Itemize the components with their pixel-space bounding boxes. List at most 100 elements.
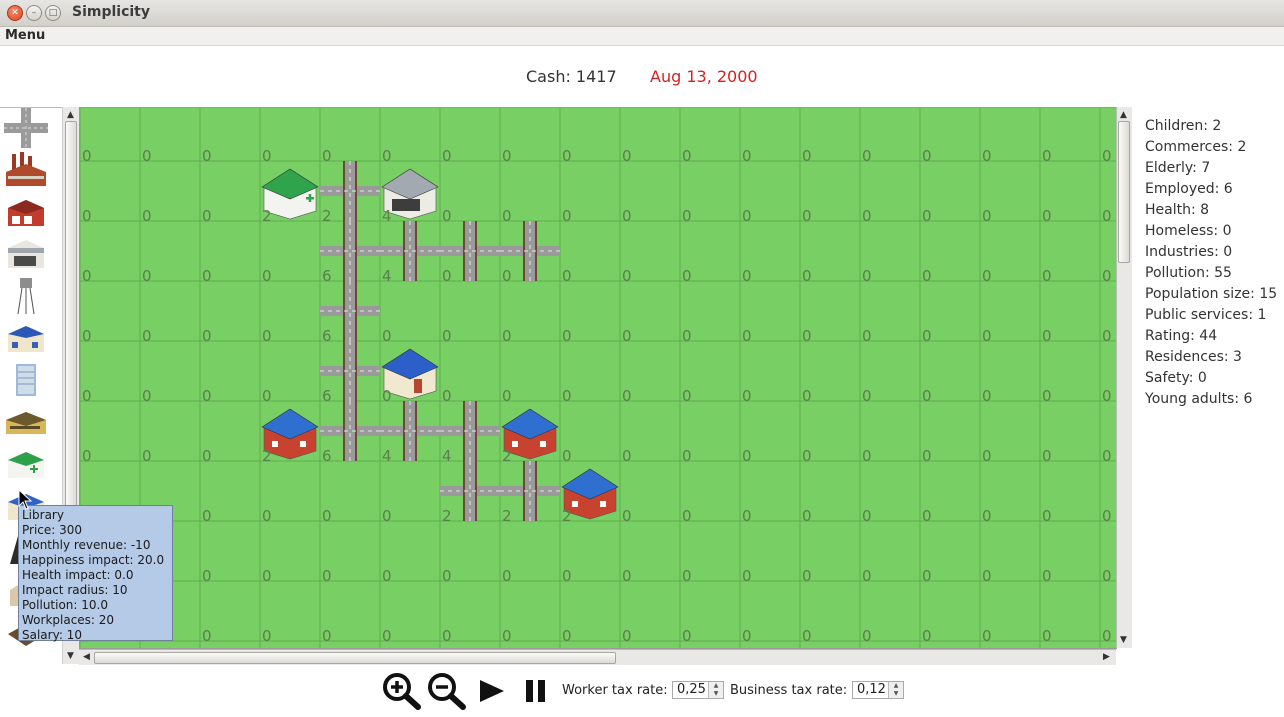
cell-value: 0 [1102,267,1112,285]
cell-value: 0 [682,627,692,645]
map-horizontal-scroll-thumb[interactable] [94,652,616,664]
police-door [414,379,422,393]
stat-pollution: Pollution: 55 [1145,265,1232,281]
fire-station-tool-icon[interactable] [4,192,48,232]
cell-value: 0 [1042,327,1052,345]
cell-value: 0 [862,267,872,285]
cell-value: 0 [202,147,212,165]
cell-value: 4 [382,207,392,225]
cell-value: 0 [802,207,812,225]
cell-value: 0 [82,327,92,345]
decrement-icon[interactable]: ▼ [709,690,723,698]
cell-value: 0 [622,627,632,645]
business-tax-label: Business tax rate: [730,683,848,698]
map-horizontal-scrollbar[interactable]: ◀ ▶ [79,649,1116,665]
cell-value: 0 [982,327,992,345]
pause-icon[interactable] [520,672,552,710]
worker-tax-value[interactable]: 0,25 [677,682,706,698]
cell-value: 0 [622,207,632,225]
cell-value: 0 [502,327,512,345]
cell-value: 0 [322,507,332,525]
cell-value: 0 [802,567,812,585]
map-vertical-scroll-thumb[interactable] [1118,121,1130,263]
close-window-button[interactable]: ✕ [7,5,23,21]
store-tool-icon[interactable] [4,234,48,274]
cell-value: 4 [382,447,392,465]
cell-value: 0 [82,267,92,285]
stat-elderly: Elderly: 7 [1145,160,1211,176]
worker-tax-label: Worker tax rate: [562,683,668,698]
water-tower-tool-icon[interactable] [4,276,48,316]
cell-value: 0 [922,267,932,285]
cell-value: 0 [682,327,692,345]
stat-industries: Industries: 0 [1145,244,1233,260]
cell-value: 0 [202,207,212,225]
cell-value: 0 [742,387,752,405]
stat-homeless: Homeless: 0 [1145,223,1232,239]
cell-value: 0 [622,327,632,345]
cell-value: 0 [862,507,872,525]
cell-value: 0 [322,147,332,165]
zoom-out-icon[interactable] [427,672,467,710]
scroll-left-arrow-icon[interactable]: ◀ [83,652,90,662]
cell-value: 0 [682,267,692,285]
cell-value: 0 [982,447,992,465]
increment-icon[interactable]: ▲ [889,682,903,690]
minimize-window-button[interactable]: – [26,5,42,21]
police-tool-icon[interactable] [4,318,48,358]
scroll-down-arrow-icon[interactable]: ▼ [67,651,74,661]
office-tower-tool-icon[interactable] [4,360,48,400]
cell-value: 0 [262,267,272,285]
decrement-icon[interactable]: ▼ [889,690,903,698]
scroll-down-arrow-icon[interactable]: ▼ [1120,635,1127,645]
city-map[interactable]: 0 0 0 0 0 0 0 0 0 0 0 0 0 0 0 0 0 0 0 0 0 2 2 4 0 0 0 0 0 0 0 0 0 0 0 0 0 0 0 0… [79,107,1117,649]
hospital-tool-icon[interactable] [4,444,48,484]
cell-value: 0 [1102,627,1112,645]
school-tool-icon[interactable] [4,402,48,442]
house-window [600,501,606,507]
cell-value: 0 [442,387,452,405]
cell-value: 0 [982,207,992,225]
scroll-right-arrow-icon[interactable]: ▶ [1103,652,1110,662]
factory-tool-icon[interactable] [4,150,48,190]
house-window [512,441,518,447]
tooltip-title: Library [22,508,64,522]
cell-value: 0 [142,267,152,285]
cell-value: 0 [742,327,752,345]
map-vertical-scrollbar[interactable]: ▲ ▼ [1116,107,1132,648]
cell-value: 0 [442,147,452,165]
cell-value: 4 [442,447,452,465]
cell-value: 0 [502,627,512,645]
business-tax-spinner[interactable]: 0,12 ▲ ▼ [852,681,904,699]
cell-value: 0 [742,507,752,525]
business-tax-value[interactable]: 0,12 [857,682,886,698]
cell-value: 0 [562,387,572,405]
cell-value: 0 [202,327,212,345]
scroll-up-arrow-icon[interactable]: ▲ [1120,110,1127,120]
play-icon[interactable] [476,672,508,710]
stat-commerces: Commerces: 2 [1145,139,1247,155]
hospital-cross [308,194,312,202]
city-map-canvas[interactable]: 0 0 0 0 0 0 0 0 0 0 0 0 0 0 0 0 0 0 0 0 0 2 2 4 0 0 0 0 0 0 0 0 0 0 0 0 0 0 0 0… [80,108,1116,648]
cell-value: 0 [922,327,932,345]
cell-value: 0 [742,627,752,645]
menu-button[interactable]: Menu [5,28,45,43]
cell-value: 0 [442,267,452,285]
cell-value: 0 [502,147,512,165]
scroll-up-arrow-icon[interactable]: ▲ [67,110,74,120]
increment-icon[interactable]: ▲ [709,682,723,690]
cash-label: Cash: 1417 [526,67,617,86]
cell-value: 0 [1042,507,1052,525]
maximize-window-button[interactable]: □ [45,5,61,21]
zoom-in-icon[interactable] [382,672,422,710]
road-tool-icon[interactable] [4,108,48,148]
cell-value: 0 [202,267,212,285]
cell-value: 0 [202,627,212,645]
cell-value: 6 [322,267,332,285]
worker-tax-spinner[interactable]: 0,25 ▲ ▼ [672,681,724,699]
cell-value: 0 [382,567,392,585]
cell-value: 0 [502,387,512,405]
cell-value: 0 [382,387,392,405]
house-window [572,501,578,507]
cell-value: 0 [982,147,992,165]
